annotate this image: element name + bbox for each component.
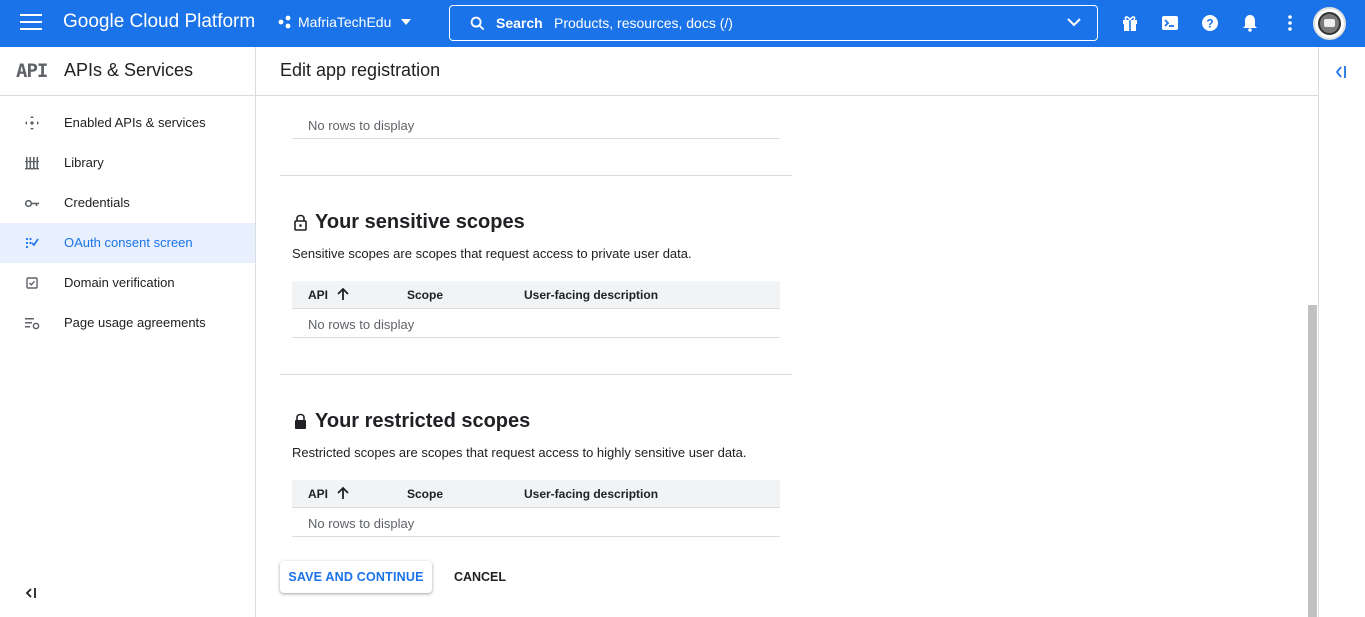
save-and-continue-button[interactable]: SAVE AND CONTINUE — [280, 561, 432, 593]
sensitive-scopes-title: Your sensitive scopes — [315, 211, 525, 233]
collapse-sidebar-icon[interactable] — [24, 586, 38, 600]
search-label: Search — [496, 15, 543, 31]
search-input[interactable]: Products, resources, docs (/) — [554, 15, 733, 31]
column-header-api[interactable]: API — [308, 487, 328, 501]
sensitive-scopes-description: Sensitive scopes are scopes that request… — [292, 246, 692, 261]
api-logo: API — [16, 60, 48, 82]
sidebar-item-oauth-consent[interactable]: OAuth consent screen — [0, 223, 255, 263]
right-info-panel-rail — [1318, 47, 1365, 617]
top-app-bar: Google Cloud Platform MafriaTechEdu Sear… — [0, 0, 1365, 47]
gift-icon[interactable] — [1120, 13, 1140, 33]
scopes-table-sensitive: API Scope User-facing description No row… — [292, 281, 780, 338]
library-icon — [25, 157, 39, 170]
table-header: API Scope User-facing description — [292, 480, 780, 508]
sidebar-item-credentials[interactable]: Credentials — [0, 183, 255, 223]
column-header-scope: Scope — [407, 487, 444, 501]
api-hub-icon — [25, 116, 39, 130]
column-header-description: User-facing description — [524, 288, 659, 302]
checkbox-icon — [26, 277, 38, 289]
cloud-shell-icon[interactable] — [1160, 13, 1180, 33]
sidebar-title: APIs & Services — [64, 60, 194, 80]
project-icon — [278, 15, 291, 29]
notifications-icon[interactable] — [1240, 13, 1260, 33]
expand-panel-icon[interactable] — [1333, 64, 1349, 80]
column-header-description: User-facing description — [524, 487, 659, 501]
chevron-down-icon — [401, 19, 412, 25]
lock-icon — [295, 413, 306, 429]
search-icon — [470, 16, 485, 31]
project-name: MafriaTechEdu — [298, 14, 392, 30]
lock-open-icon — [294, 214, 307, 231]
column-header-api[interactable]: API — [308, 288, 328, 302]
table-empty-row: No rows to display — [292, 508, 780, 537]
help-icon[interactable]: ? — [1200, 13, 1220, 33]
sidebar-item-domain-verification[interactable]: Domain verification — [0, 263, 255, 303]
chevron-down-icon[interactable] — [1067, 17, 1081, 27]
scopes-table-non-sensitive: No rows to display — [292, 110, 780, 139]
project-selector[interactable]: MafriaTechEdu — [278, 14, 412, 30]
section-divider — [280, 175, 792, 176]
product-name[interactable]: Google Cloud Platform — [63, 11, 255, 33]
more-vert-icon[interactable] — [1280, 13, 1300, 33]
search-bar[interactable]: Search Products, resources, docs (/) — [449, 5, 1098, 41]
sidebar-item-library[interactable]: Library — [0, 143, 255, 183]
header-divider — [256, 95, 1318, 96]
sidebar-item-label: Domain verification — [64, 275, 175, 290]
sidebar-item-label: Page usage agreements — [64, 315, 206, 330]
column-header-scope: Scope — [407, 288, 444, 302]
section-divider — [280, 374, 792, 375]
consent-icon — [25, 237, 39, 249]
table-empty-row: No rows to display — [292, 110, 780, 139]
sidebar-item-page-usage[interactable]: Page usage agreements — [0, 303, 255, 343]
key-icon — [24, 199, 39, 208]
arrow-up-icon[interactable] — [335, 286, 351, 302]
cancel-button[interactable]: CANCEL — [444, 561, 516, 593]
empty-text: No rows to display — [308, 118, 415, 133]
empty-text: No rows to display — [308, 317, 415, 332]
sidebar-item-enabled-apis[interactable]: Enabled APIs & services — [0, 103, 255, 143]
svg-text:?: ? — [1206, 17, 1213, 31]
scopes-table-restricted: API Scope User-facing description No row… — [292, 480, 780, 537]
sidebar: API APIs & Services Enabled APIs & servi… — [0, 47, 256, 617]
sidebar-item-label: Credentials — [64, 195, 130, 210]
restricted-scopes-title: Your restricted scopes — [315, 410, 531, 432]
table-empty-row: No rows to display — [292, 309, 780, 338]
page-title: Edit app registration — [280, 60, 441, 80]
sidebar-item-label: Library — [64, 155, 104, 170]
restricted-scopes-description: Restricted scopes are scopes that reques… — [292, 445, 747, 460]
empty-text: No rows to display — [308, 516, 415, 531]
table-header: API Scope User-facing description — [292, 281, 780, 309]
account-avatar[interactable] — [1313, 7, 1346, 40]
settings-list-icon — [25, 318, 40, 330]
sidebar-item-label: Enabled APIs & services — [64, 115, 206, 130]
arrow-up-icon[interactable] — [335, 485, 351, 501]
sidebar-item-label: OAuth consent screen — [64, 235, 193, 250]
main-menu-icon[interactable] — [20, 14, 42, 32]
sidebar-header: API APIs & Services — [0, 47, 255, 96]
scrollbar-thumb[interactable] — [1308, 305, 1317, 617]
